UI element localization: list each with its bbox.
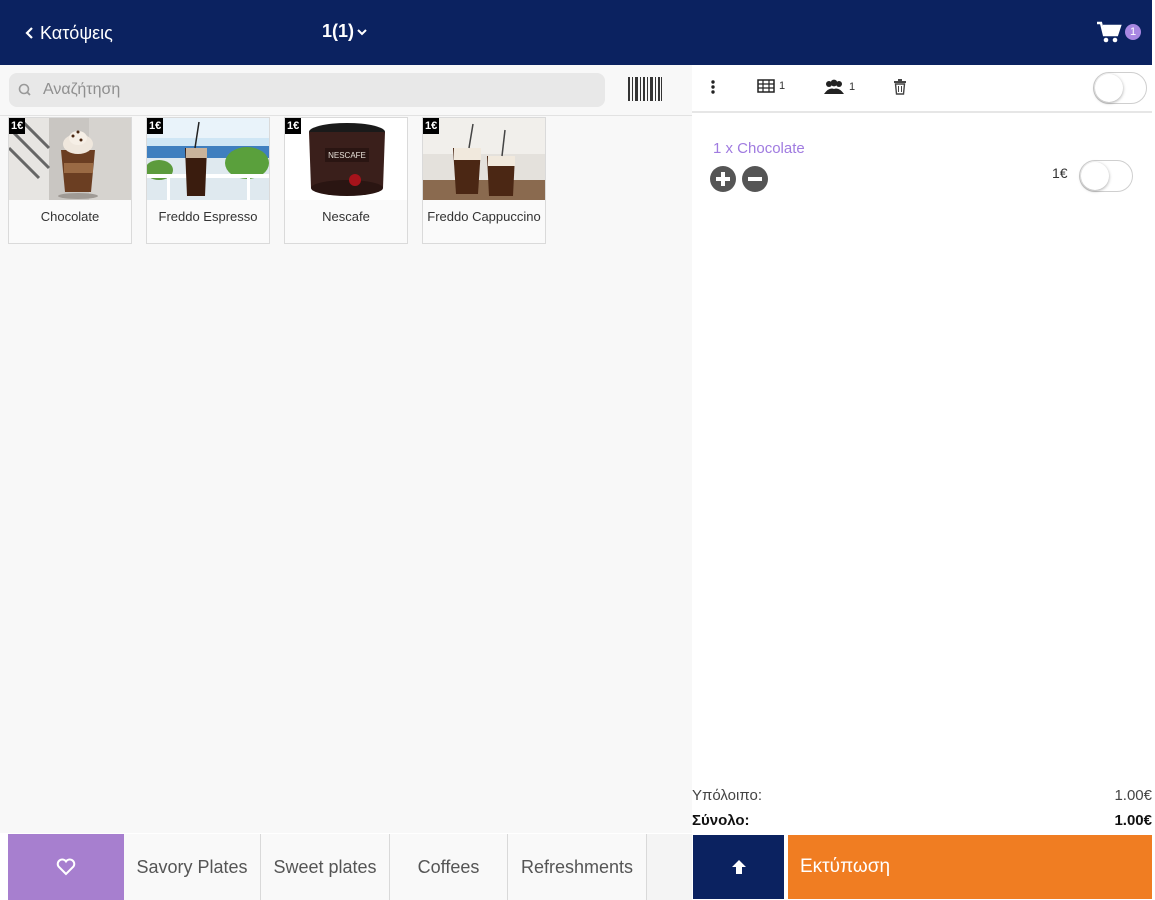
table-count-button[interactable]: 1 (757, 79, 785, 93)
product-name: Chocolate (40, 209, 100, 224)
product-card-freddo-espresso[interactable]: 1€ Freddo Espresso (146, 117, 270, 244)
total-label: Σύνολο: (692, 812, 750, 829)
increase-quantity-button[interactable] (710, 166, 736, 192)
cart-icon (1097, 21, 1122, 43)
total-value: 1.00€ (1114, 812, 1152, 829)
toggle-knob (1095, 74, 1123, 102)
product-image: NESCAFE (285, 118, 407, 200)
heart-icon (56, 858, 76, 876)
tab-sweet-plates[interactable]: Sweet plates (261, 834, 390, 900)
top-header: Κατόψεις 1(1) 1 (0, 0, 1152, 65)
product-name: Freddo Cappuccino (427, 209, 541, 224)
product-card-nescafe[interactable]: NESCAFE 1€ Nescafe (284, 117, 408, 244)
product-name: Nescafe (322, 209, 370, 224)
back-to-floorplans-link[interactable]: Κατόψεις (24, 21, 113, 45)
product-image (423, 118, 545, 200)
delete-order-button[interactable] (893, 79, 907, 95)
order-item-label[interactable]: 1 x Chocolate (713, 140, 805, 157)
product-card-chocolate[interactable]: 1€ Chocolate (8, 117, 132, 244)
subtotal-label: Υπόλοιπο: (692, 787, 763, 804)
back-label: Κατόψεις (40, 22, 113, 43)
product-name: Freddo Espresso (158, 209, 258, 224)
arrow-up-icon (731, 860, 746, 874)
cart-count-badge: 1 (1125, 24, 1141, 40)
table-selector[interactable]: 1(1) (322, 21, 368, 42)
minus-icon (748, 177, 762, 181)
price-badge: 1€ (147, 118, 164, 134)
order-toggle-switch[interactable] (1093, 72, 1147, 104)
product-card-freddo-cappuccino[interactable]: 1€ Freddo Cappuccino (422, 117, 546, 244)
category-tab-bar: Savory Plates Sweet plates Coffees Refre… (8, 834, 692, 900)
price-badge: 1€ (423, 118, 440, 134)
order-pane: 1 1 1 x Chocolate 1€ Υπόλοιπο: 1.00€ Σύν… (692, 65, 1152, 833)
product-image (147, 118, 269, 200)
search-icon (18, 83, 31, 96)
toggle-knob (1081, 162, 1109, 190)
trash-icon (894, 79, 906, 95)
more-options-button[interactable] (710, 79, 716, 95)
tab-coffees[interactable]: Coffees (390, 834, 508, 900)
decrease-quantity-button[interactable] (742, 166, 768, 192)
search-bar (9, 73, 605, 107)
table-count: 1 (779, 80, 786, 92)
table-grid-icon (757, 79, 775, 93)
users-icon (824, 79, 844, 94)
order-toolbar: 1 1 (692, 65, 1152, 113)
favorites-tab[interactable] (8, 834, 124, 900)
tab-savory-plates[interactable]: Savory Plates (124, 834, 261, 900)
price-badge: 1€ (285, 118, 302, 134)
search-input[interactable] (39, 80, 585, 100)
print-button[interactable]: Εκτύπωση (788, 835, 1152, 899)
plus-icon (716, 172, 730, 186)
chevron-down-icon (357, 28, 367, 35)
divider (0, 115, 692, 116)
scroll-up-button[interactable] (693, 835, 784, 899)
barcode-scanner-icon[interactable] (627, 75, 663, 103)
order-item-price: 1€ (1052, 165, 1068, 181)
guests-count: 1 (849, 81, 856, 93)
tab-refreshments[interactable]: Refreshments (508, 834, 647, 900)
subtotal-value: 1.00€ (1114, 787, 1152, 804)
svg-text:NESCAFE: NESCAFE (328, 151, 366, 160)
cart-button[interactable]: 1 (1096, 20, 1141, 44)
product-image (9, 118, 131, 200)
price-badge: 1€ (9, 118, 26, 134)
guests-count-button[interactable]: 1 (823, 79, 855, 95)
chevron-left-icon (25, 27, 33, 39)
product-pane: 1€ Chocolate 1€ Freddo Espresso (0, 65, 692, 833)
vertical-dots-icon (711, 80, 715, 94)
table-label: 1(1) (322, 21, 355, 41)
order-item-toggle-switch[interactable] (1079, 160, 1133, 192)
